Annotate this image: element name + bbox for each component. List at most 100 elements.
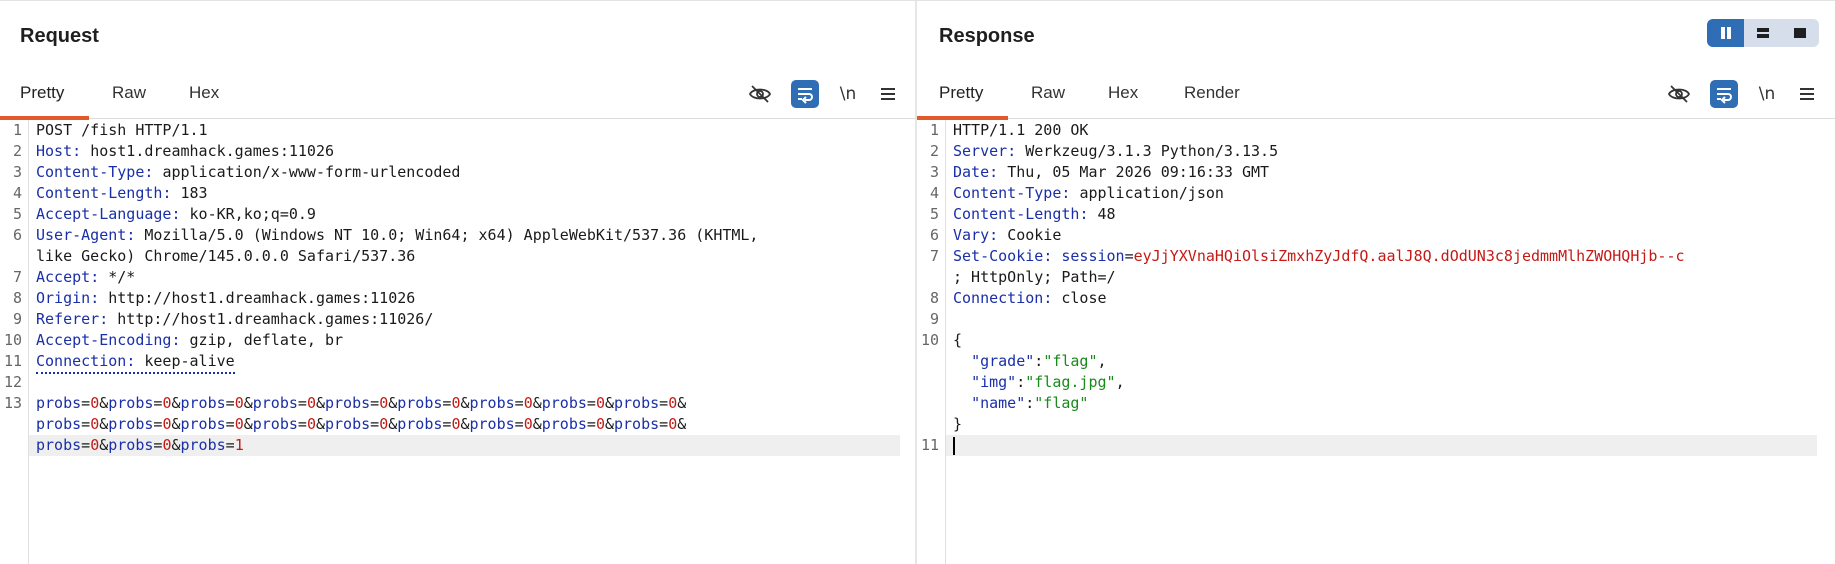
request-body-params: probs=0&probs=0&probs=0&probs=0&probs=0&… [36,415,687,433]
code-line: 3 Content-Type: application/x-www-form-ur… [12,163,461,181]
menu-icon[interactable] [1793,80,1821,108]
param-name: probs [469,394,515,412]
response-title: Response [939,25,1035,47]
param-name: probs [397,394,443,412]
param-name: probs [108,394,154,412]
json-field: "img":"flag.jpg", [971,373,1125,391]
param-value: 0 [595,415,605,433]
response-tabs: Pretty Raw Hex Render \n [917,76,1835,120]
tab-raw[interactable]: Raw [112,83,146,103]
response-editor[interactable]: 1 HTTP/1.1 200 OK 2 Server: Werkzeug/3.1.3… [917,120,1835,564]
param-name: probs [469,415,515,433]
request-pane: Request Pretty Raw Hex \n 1 POST /fish HT… [0,1,916,564]
param-name: probs [252,415,298,433]
json-field: "name":"flag" [971,394,1089,412]
http-message-viewer: Request Pretty Raw Hex \n 1 POST /fish HT… [0,0,1835,564]
param-value: 0 [379,415,389,433]
param-value: 0 [451,415,461,433]
code-line: 1 HTTP/1.1 200 OK [929,121,1089,139]
param-name: probs [325,394,371,412]
menu-icon[interactable] [874,80,902,108]
tab-pretty[interactable]: Pretty [20,83,64,103]
param-name: probs [36,394,82,412]
param-value: 0 [523,415,533,433]
code-line: 11 Connection: keep-alive [0,351,916,374]
param-value: 0 [90,436,100,454]
param-name: probs [541,394,587,412]
param-name: probs [36,415,82,433]
request-body-params: probs=0&probs=0&probs=1 [36,436,244,454]
param-name: probs [180,415,226,433]
param-value: 0 [523,394,533,412]
tab-raw[interactable]: Raw [1031,83,1065,103]
layout-side-by-side-icon[interactable] [1707,19,1745,47]
param-value: 0 [162,394,172,412]
request-title: Request [20,25,99,47]
param-value: 0 [90,415,100,433]
param-name: probs [180,436,226,454]
code-line: 5 Content-Length: 48 [929,205,1116,223]
tab-render[interactable]: Render [1184,83,1240,103]
param-value: 0 [595,394,605,412]
param-name: probs [325,415,371,433]
param-value: 0 [90,394,100,412]
param-value: 0 [162,436,172,454]
code-line-wrap: probs=0&probs=0&probs=0&probs=0&probs=0&… [0,414,916,435]
response-pane: Response Pretty Raw Hex Render \n 1 HTTP… [917,1,1835,564]
word-wrap-icon[interactable] [1710,80,1738,108]
param-value: 0 [234,415,244,433]
tab-hex[interactable]: Hex [189,83,219,103]
layout-single-icon[interactable] [1782,19,1819,47]
param-name: probs [614,394,660,412]
param-value: 0 [668,394,678,412]
code-line: 8 Origin: http://host1.dreamhack.games:11… [12,289,416,307]
code-line: 6 Vary: Cookie [929,226,1062,244]
param-value: 0 [234,394,244,412]
param-value: 0 [162,415,172,433]
word-wrap-icon[interactable] [791,80,819,108]
param-value: 0 [306,415,316,433]
param-name: probs [252,394,298,412]
code-line: 6 User-Agent: Mozilla/5.0 (Windows NT 10.… [12,226,759,244]
param-name: probs [397,415,443,433]
param-name: probs [36,436,82,454]
code-line: 4 Content-Length: 183 [12,184,208,202]
param-value: 0 [379,394,389,412]
request-body-params: probs=0&probs=0&probs=0&probs=0&probs=0&… [36,394,687,412]
code-line: 9 Referer: http://host1.dreamhack.games:1… [12,310,434,328]
code-line: 4 Content-Type: application/json [929,184,1224,202]
newline-toggle[interactable]: \n [1753,80,1781,108]
json-field: "grade":"flag", [971,352,1107,370]
code-line: 1 POST /fish HTTP/1.1 [12,121,208,139]
hide-icon[interactable] [746,80,774,108]
param-name: probs [614,415,660,433]
tab-hex[interactable]: Hex [1108,83,1138,103]
code-line-wrap: ; HttpOnly; Path=/ [953,268,1116,286]
param-value: 0 [306,394,316,412]
layout-stacked-icon[interactable] [1744,19,1781,47]
code-line: 2 Server: Werkzeug/3.1.3 Python/3.13.5 [929,142,1279,160]
newline-toggle[interactable]: \n [834,80,862,108]
text-caret [953,436,955,455]
param-name: probs [541,415,587,433]
code-line: 8 Connection: close [929,289,1107,307]
param-value: 0 [668,415,678,433]
param-name: probs [108,436,154,454]
request-tabs: Pretty Raw Hex \n [0,76,916,120]
code-line: 10{ [920,331,963,349]
code-line: 11 [917,435,1835,456]
code-line-wrap: probs=0&probs=0&probs=1 [0,435,916,456]
code-line: 10 Accept-Encoding: gzip, deflate, br [3,331,344,349]
code-line-wrap: } [953,415,963,433]
tab-pretty[interactable]: Pretty [939,83,983,103]
request-editor[interactable]: 1 POST /fish HTTP/1.1 2 Host: host1.dreamh… [0,120,916,564]
code-line: 12 [3,373,22,391]
hide-icon[interactable] [1665,80,1693,108]
param-value: 1 [234,436,244,454]
param-name: probs [108,415,154,433]
code-line: 3 Date: Thu, 05 Mar 2026 09:16:33 GMT [929,163,1270,181]
code-line: 5 Accept-Language: ko-KR,ko;q=0.9 [12,205,316,223]
code-line: 9 [929,310,939,328]
layout-toggle [1707,19,1819,47]
param-name: probs [180,394,226,412]
